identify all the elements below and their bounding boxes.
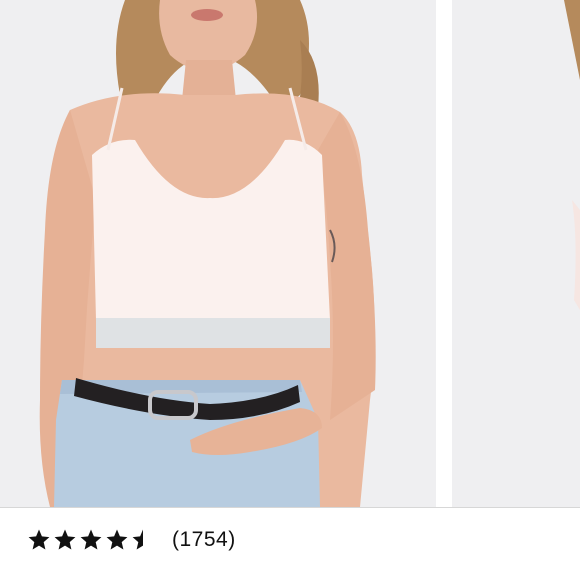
product-photo-next[interactable]	[452, 0, 580, 507]
star-full-icon	[28, 529, 50, 550]
next-photo-illustration	[452, 0, 580, 507]
product-photo-main[interactable]	[0, 0, 436, 507]
product-photo-illustration	[0, 0, 436, 507]
rating-stars	[27, 528, 155, 552]
star-full-icon	[80, 529, 102, 550]
star-half-icon	[132, 529, 143, 550]
star-full-icon	[106, 529, 128, 550]
star-full-icon	[54, 529, 76, 550]
review-count[interactable]: (1754)	[172, 527, 236, 553]
product-image-carousel[interactable]	[0, 0, 580, 507]
